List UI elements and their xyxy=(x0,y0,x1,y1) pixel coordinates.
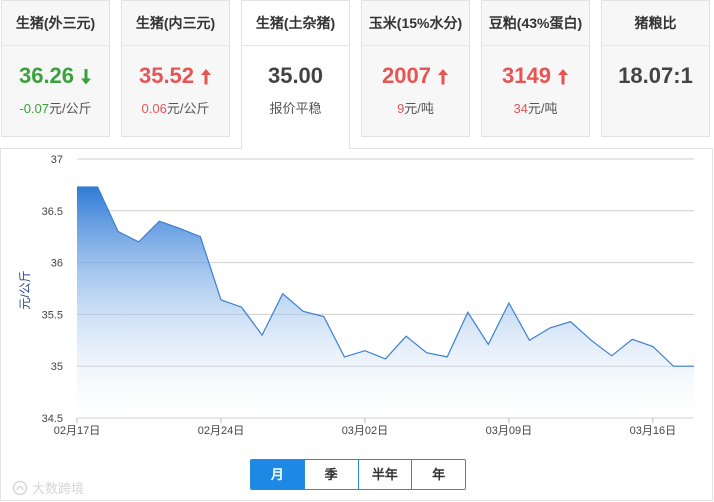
data-point[interactable] xyxy=(650,344,655,349)
y-tick-label: 35 xyxy=(51,361,63,373)
data-point[interactable] xyxy=(486,342,491,347)
data-point[interactable] xyxy=(383,356,388,361)
y-tick-label: 36 xyxy=(51,258,63,270)
data-point[interactable] xyxy=(589,338,594,343)
data-point[interactable] xyxy=(548,325,553,330)
data-point[interactable] xyxy=(301,309,306,314)
data-point[interactable] xyxy=(260,333,265,338)
card-title: 生猪(土杂猪) xyxy=(242,1,349,46)
data-point[interactable] xyxy=(404,334,409,339)
watermark-logo-icon xyxy=(12,480,28,495)
data-point[interactable] xyxy=(527,338,532,343)
period-quarter-button[interactable]: 季 xyxy=(303,460,358,489)
data-point[interactable] xyxy=(424,350,429,355)
data-point[interactable] xyxy=(177,226,182,231)
y-tick-label: 36.5 xyxy=(42,206,63,218)
period-year-button[interactable]: 年 xyxy=(411,460,465,489)
data-point[interactable] xyxy=(280,291,285,296)
x-tick-label: 03月16日 xyxy=(630,425,676,437)
x-axis-ticks: 02月17日 02月24日 03月02日 03月09日 03月16日 xyxy=(54,418,676,437)
data-point[interactable] xyxy=(362,348,367,353)
period-switch: 月 季 半年 年 xyxy=(250,459,466,490)
y-tick-label: 34.5 xyxy=(42,413,63,425)
price-trend-chart: 37 36.5 36 35.5 35 34.5 02月17日 02月24日 03月02日 03月… xyxy=(18,154,697,437)
data-point[interactable] xyxy=(465,310,470,315)
data-point[interactable] xyxy=(506,301,511,306)
data-point[interactable] xyxy=(321,314,326,319)
period-month-button[interactable]: 月 xyxy=(251,460,304,489)
y-axis-title: 元/公斤 xyxy=(18,270,32,309)
data-point[interactable] xyxy=(239,305,244,310)
x-tick-label: 02月17日 xyxy=(54,425,100,437)
data-point[interactable] xyxy=(445,354,450,359)
y-tick-label: 37 xyxy=(51,154,63,166)
x-tick-label: 03月02日 xyxy=(342,425,388,437)
x-tick-label: 03月09日 xyxy=(486,425,532,437)
data-point[interactable] xyxy=(692,364,697,369)
data-point[interactable] xyxy=(95,184,100,189)
price-area xyxy=(77,187,694,418)
data-point[interactable] xyxy=(342,354,347,359)
y-axis-ticks: 37 36.5 36 35.5 35 34.5 xyxy=(42,154,63,425)
data-point[interactable] xyxy=(568,319,573,324)
data-point[interactable] xyxy=(671,364,676,369)
card-status: 报价平稳 xyxy=(269,101,322,116)
x-tick-label: 02月24日 xyxy=(198,425,244,437)
card-pig-local[interactable]: 生猪(土杂猪) 35.00 报价平稳 xyxy=(241,0,350,149)
data-point[interactable] xyxy=(198,234,203,239)
y-tick-label: 35.5 xyxy=(42,309,63,321)
watermark: 大数跨境 xyxy=(12,478,84,497)
data-point[interactable] xyxy=(116,229,121,234)
card-value: 35.00 xyxy=(267,63,324,88)
period-half-year-button[interactable]: 半年 xyxy=(357,460,412,489)
data-point[interactable] xyxy=(218,297,223,302)
data-point[interactable] xyxy=(157,219,162,224)
data-point[interactable] xyxy=(136,239,141,244)
data-point[interactable] xyxy=(630,337,635,342)
data-point[interactable] xyxy=(75,184,80,189)
data-point[interactable] xyxy=(609,353,614,358)
